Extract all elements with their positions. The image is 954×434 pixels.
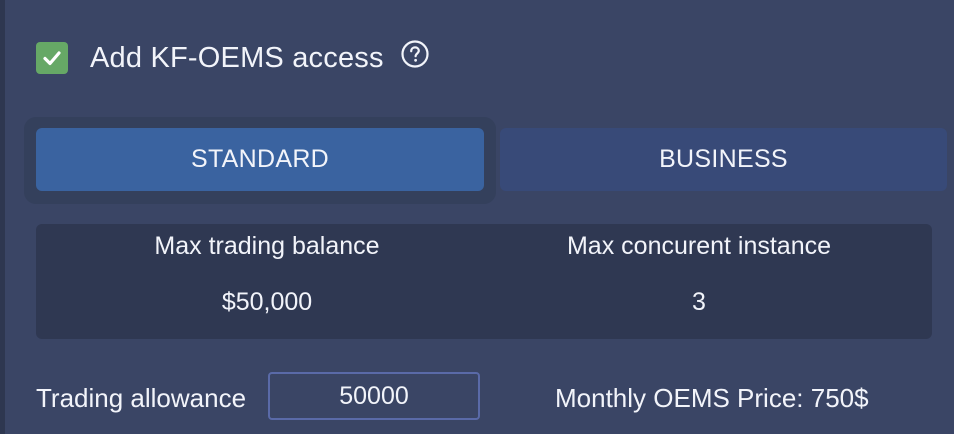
max-balance-value: $50,000 <box>221 288 313 316</box>
max-instances-column: Max concurent instance 3 <box>476 224 922 339</box>
question-circle-icon[interactable] <box>400 39 430 69</box>
plan-limits-panel: Max trading balance $50,000 Max concuren… <box>36 224 932 339</box>
max-instances-label: Max concurent instance <box>566 232 832 260</box>
checkmark-icon <box>43 51 61 66</box>
oems-access-checkbox[interactable] <box>36 42 68 74</box>
plan-standard-button[interactable]: STANDARD <box>36 128 484 191</box>
max-instances-value: 3 <box>692 288 706 316</box>
oems-access-row: Add KF-OEMS access <box>36 40 430 76</box>
trading-allowance-input[interactable] <box>268 372 480 420</box>
plan-business-button[interactable]: BUSINESS <box>500 128 947 191</box>
max-balance-column: Max trading balance $50,000 <box>36 224 498 339</box>
left-border <box>0 0 5 434</box>
oems-access-panel: Add KF-OEMS access STANDARD BUSINESS Max… <box>0 0 954 434</box>
oems-access-label: Add KF-OEMS access <box>90 41 384 74</box>
monthly-price-text: Monthly OEMS Price: 750$ <box>555 383 869 413</box>
max-balance-label: Max trading balance <box>154 232 380 260</box>
trading-allowance-label: Trading allowance <box>36 383 247 413</box>
